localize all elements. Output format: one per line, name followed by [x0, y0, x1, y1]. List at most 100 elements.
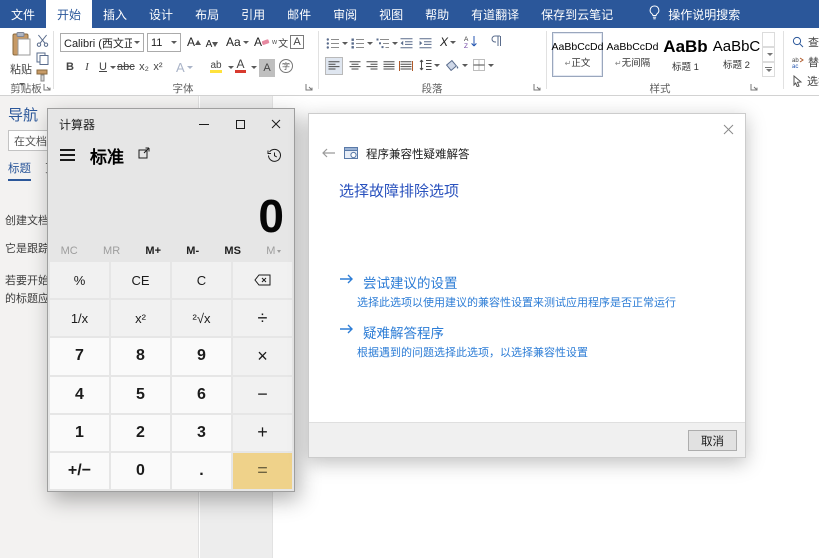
memory-flyout-button[interactable]: M — [266, 245, 281, 257]
reciprocal-key[interactable]: 1/x — [50, 300, 109, 336]
minimize-button[interactable] — [186, 109, 222, 139]
clipboard-dialog-launcher[interactable] — [43, 83, 52, 92]
nine-key[interactable]: 9 — [172, 338, 231, 374]
nav-tab-headings[interactable]: 标题 — [8, 160, 31, 181]
grow-font-button[interactable]: A — [186, 33, 202, 51]
multilevel-list-button[interactable] — [376, 34, 398, 52]
font-size-combo[interactable]: 11 — [147, 33, 181, 52]
memory-store-button[interactable]: MS — [224, 245, 241, 257]
backspace-key[interactable] — [233, 262, 292, 298]
memory-recall-button[interactable]: MR — [103, 245, 120, 257]
numbering-button[interactable] — [351, 34, 373, 52]
divide-key[interactable]: ÷ — [233, 300, 292, 336]
sort-button[interactable]: AZ — [463, 32, 479, 50]
show-hide-marks-button[interactable] — [488, 32, 504, 50]
strikethrough-button[interactable]: abc — [117, 58, 135, 76]
cancel-button[interactable]: 取消 — [688, 430, 737, 451]
align-center-button[interactable] — [347, 57, 363, 75]
text-effects-button[interactable]: A — [176, 58, 193, 76]
decrease-indent-button[interactable] — [398, 34, 414, 52]
close-button[interactable] — [258, 109, 294, 139]
phonetic-guide-button[interactable]: w文 — [272, 33, 288, 51]
tab-help[interactable]: 帮助 — [414, 0, 460, 28]
two-key[interactable]: 2 — [111, 415, 170, 451]
increase-indent-button[interactable] — [417, 34, 433, 52]
line-spacing-button[interactable] — [419, 56, 440, 74]
justify-button[interactable] — [381, 57, 397, 75]
menu-hamburger-button[interactable] — [60, 149, 75, 161]
character-shading-button[interactable]: A — [259, 59, 275, 77]
tab-mailings[interactable]: 邮件 — [276, 0, 322, 28]
find-button[interactable]: 查找 — [792, 34, 819, 50]
style-no-spacing[interactable]: AaBbCcDd ↵无间隔 — [607, 32, 658, 77]
tab-design[interactable]: 设计 — [138, 0, 184, 28]
replace-button[interactable]: abac 替换 — [792, 54, 819, 70]
enclose-characters-button[interactable]: 字 — [279, 59, 293, 73]
one-key[interactable]: 1 — [50, 415, 109, 451]
change-case-button[interactable]: Aa — [226, 33, 249, 51]
style-normal[interactable]: AaBbCcDd ↵正文 — [552, 32, 603, 77]
calculator-titlebar[interactable]: 计算器 — [48, 109, 294, 139]
tell-me-search[interactable]: 操作说明搜索 — [648, 0, 740, 28]
three-key[interactable]: 3 — [172, 415, 231, 451]
clear-key[interactable]: C — [172, 262, 231, 298]
shrink-font-button[interactable]: A — [204, 35, 220, 53]
four-key[interactable]: 4 — [50, 377, 109, 413]
styles-scroll-down[interactable] — [762, 47, 775, 62]
option-try-recommended[interactable]: 尝试建议的设置 — [339, 272, 458, 292]
superscript-button[interactable]: x² — [150, 58, 166, 76]
back-arrow-icon[interactable] — [322, 148, 336, 161]
borders-button[interactable] — [473, 56, 494, 74]
align-left-button[interactable] — [325, 57, 343, 75]
asian-layout-button[interactable]: X — [440, 33, 456, 51]
eight-key[interactable]: 8 — [111, 338, 170, 374]
square-root-key[interactable]: ²√x — [172, 300, 231, 336]
shading-button[interactable] — [446, 56, 468, 74]
tab-references[interactable]: 引用 — [230, 0, 276, 28]
memory-clear-button[interactable]: MC — [61, 245, 78, 257]
memory-add-button[interactable]: M+ — [145, 245, 161, 257]
history-button[interactable] — [267, 141, 282, 169]
tab-save-to-cloud-notes[interactable]: 保存到云笔记 — [530, 0, 624, 28]
subtract-key[interactable]: − — [233, 377, 292, 413]
copy-button[interactable] — [36, 52, 49, 68]
font-dialog-launcher[interactable] — [305, 83, 314, 92]
italic-button[interactable]: I — [79, 58, 95, 76]
tab-layout[interactable]: 布局 — [184, 0, 230, 28]
square-key[interactable]: x² — [111, 300, 170, 336]
bullets-button[interactable] — [326, 34, 348, 52]
memory-subtract-button[interactable]: M- — [186, 245, 199, 257]
add-key[interactable]: + — [233, 415, 292, 451]
font-family-combo[interactable]: Calibri (西文正文 — [60, 33, 144, 52]
decimal-key[interactable]: . — [172, 453, 231, 489]
styles-gallery-scroll[interactable] — [762, 32, 775, 77]
multiply-key[interactable]: × — [233, 338, 292, 374]
tab-insert[interactable]: 插入 — [92, 0, 138, 28]
tab-review[interactable]: 审阅 — [322, 0, 368, 28]
font-color-button[interactable]: A — [235, 57, 246, 73]
style-heading1[interactable]: AaBb 标题 1 — [660, 32, 711, 77]
tab-home[interactable]: 开始 — [46, 0, 92, 28]
cut-button[interactable] — [36, 34, 49, 50]
equals-key[interactable]: = — [233, 453, 292, 489]
styles-dialog-launcher[interactable] — [750, 83, 759, 92]
underline-button[interactable]: U — [95, 58, 111, 76]
tab-file[interactable]: 文件 — [0, 0, 46, 28]
styles-gallery-more[interactable] — [762, 62, 775, 77]
dialog-close-button[interactable] — [720, 121, 736, 137]
character-border-button[interactable]: A — [289, 33, 305, 51]
clear-formatting-button[interactable]: A — [254, 33, 270, 51]
distribute-button[interactable] — [398, 57, 414, 75]
option-troubleshoot-program[interactable]: 疑难解答程序 — [339, 322, 444, 342]
zero-key[interactable]: 0 — [111, 453, 170, 489]
styles-scroll-up[interactable] — [762, 32, 775, 47]
six-key[interactable]: 6 — [172, 377, 231, 413]
negate-key[interactable]: +/− — [50, 453, 109, 489]
percent-key[interactable]: % — [50, 262, 109, 298]
keep-on-top-button[interactable] — [138, 146, 151, 164]
select-button[interactable]: 选择 — [792, 73, 819, 89]
maximize-button[interactable] — [222, 109, 258, 139]
bold-button[interactable]: B — [62, 58, 78, 76]
five-key[interactable]: 5 — [111, 377, 170, 413]
tab-view[interactable]: 视图 — [368, 0, 414, 28]
